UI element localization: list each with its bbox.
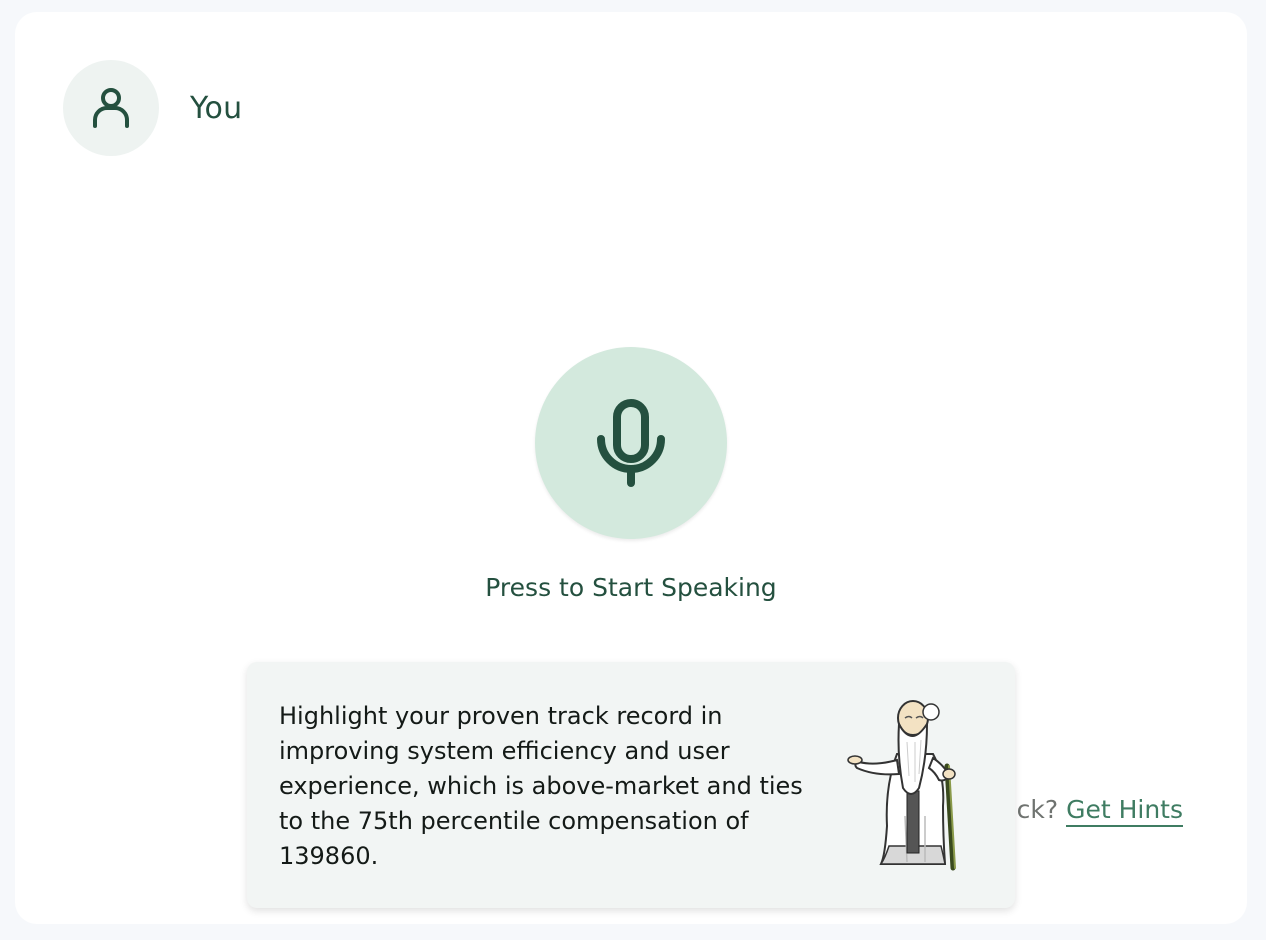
hint-prompt: ck? Get Hints [1017, 792, 1183, 828]
microphone-icon [597, 399, 665, 487]
user-icon [93, 88, 129, 128]
avatar [63, 60, 159, 156]
hint-tooltip: Highlight your proven track record in im… [247, 662, 1015, 908]
hint-prompt-text: ck? [1016, 795, 1067, 824]
start-speaking-button[interactable] [535, 347, 727, 539]
mic-caption: Press to Start Speaking [485, 573, 777, 602]
sage-character-illustration [847, 700, 956, 871]
speaking-panel: You Press to Start Speaking ck? Get Hint… [15, 12, 1247, 924]
hint-text: Highlight your proven track record in im… [279, 702, 803, 870]
speaker-name: You [190, 91, 243, 126]
get-hints-link[interactable]: Get Hints [1066, 795, 1183, 827]
